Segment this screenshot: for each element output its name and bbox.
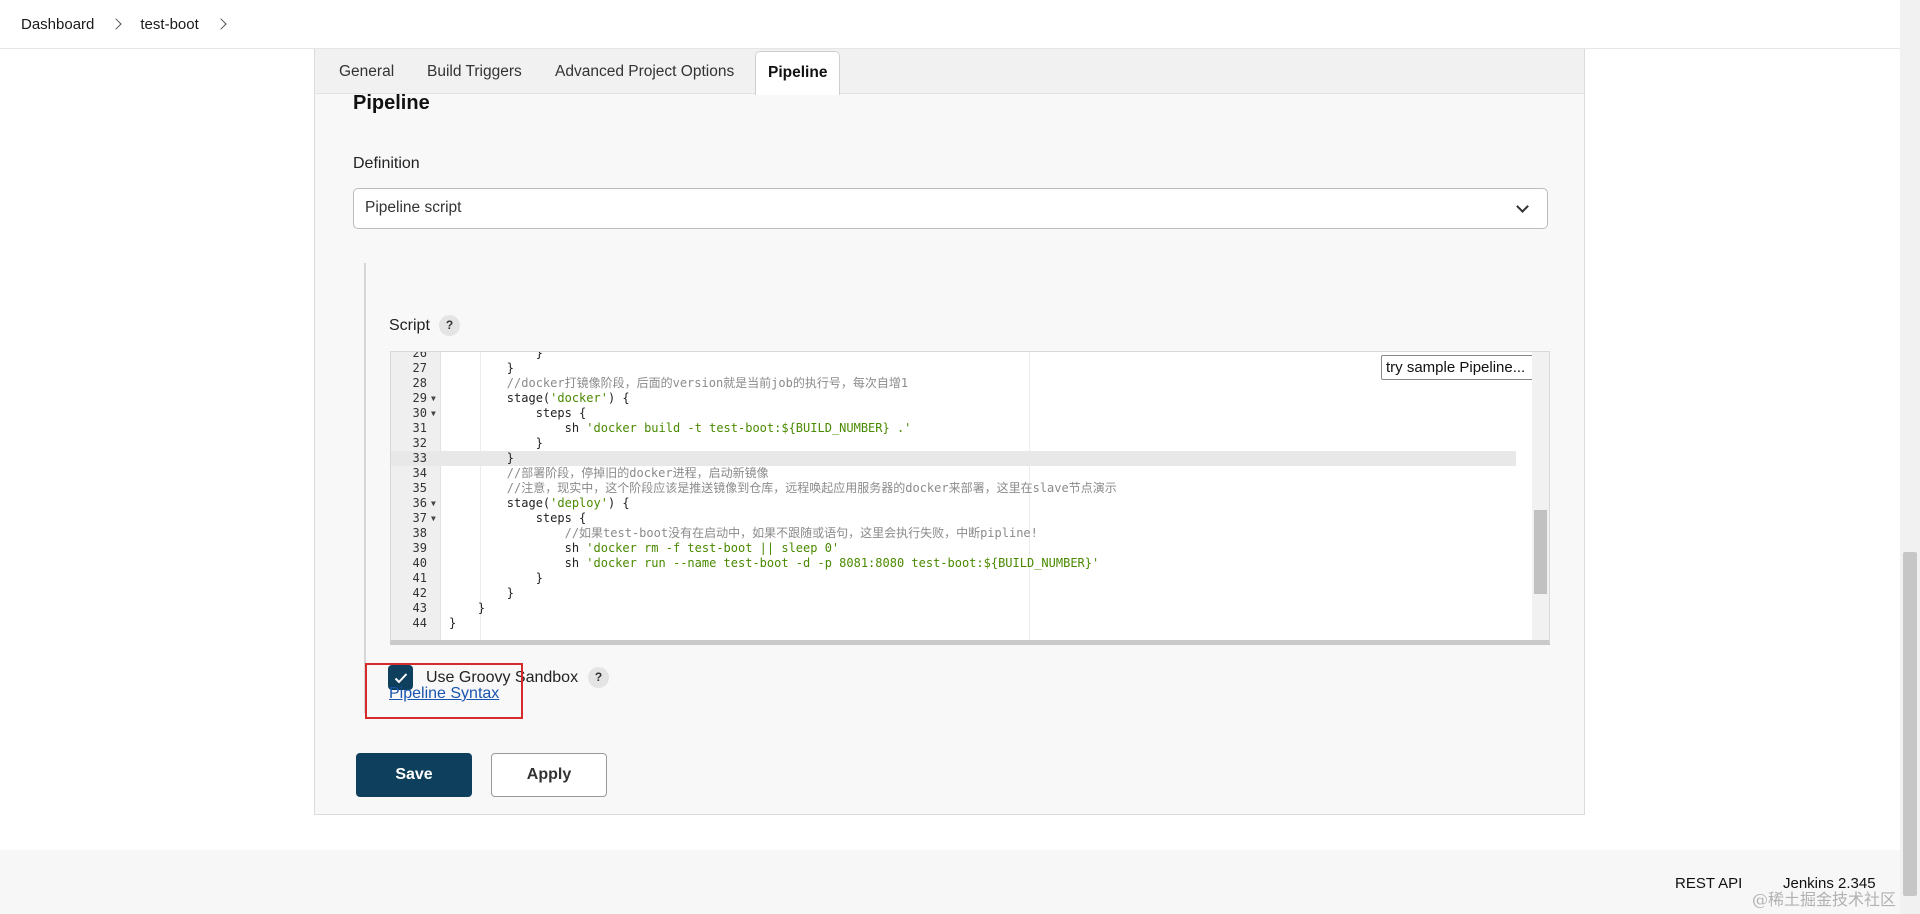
code-line[interactable]: 37 ▼ steps {: [391, 511, 1516, 526]
tab-build-triggers[interactable]: Build Triggers: [427, 63, 522, 81]
line-number: 28: [412, 376, 427, 390]
line-number: 32: [412, 436, 427, 450]
code-line[interactable]: 27 }: [391, 361, 1516, 376]
code-text: //注意，现实中，这个阶段应该是推送镜像到仓库，远程唤起应用服务器的docker…: [506, 481, 1117, 495]
code-text: }: [449, 436, 543, 450]
code-line[interactable]: 35 //注意，现实中，这个阶段应该是推送镜像到仓库，远程唤起应用服务器的doc…: [391, 481, 1516, 496]
definition-select[interactable]: Pipeline script: [353, 188, 1548, 229]
script-label: Script: [389, 317, 430, 334]
code-line[interactable]: 41 }: [391, 571, 1516, 586]
breadcrumb-test-boot[interactable]: test-boot: [140, 16, 198, 33]
code-line[interactable]: 38 //如果test-boot没有在启动中，如果不跟随或语句，这里会执行失败，…: [391, 526, 1516, 541]
line-number: 29: [412, 391, 427, 405]
code-text: }: [449, 451, 515, 465]
watermark: @稀土掘金技术社区: [1752, 890, 1897, 909]
code-line[interactable]: 28 //docker打镜像阶段，后面的version就是当前job的执行号，每…: [391, 376, 1516, 391]
code-text: }: [449, 351, 543, 360]
breadcrumb-dashboard[interactable]: Dashboard: [21, 16, 94, 33]
sandbox-help-icon[interactable]: ?: [588, 667, 610, 688]
code-text: steps {: [449, 511, 587, 525]
fold-arrow-icon[interactable]: ▼: [431, 391, 436, 406]
try-sample-pipeline-select[interactable]: try sample Pipeline...: [1381, 355, 1549, 380]
chevron-right-icon: [110, 18, 123, 30]
line-number: 40: [412, 556, 427, 570]
line-number: 30: [412, 406, 427, 420]
fold-arrow-icon[interactable]: ▼: [431, 511, 436, 526]
code-text: sh 'docker run --name test-boot -d -p 80…: [449, 556, 1100, 570]
section-title: Pipeline: [353, 92, 430, 114]
code-line[interactable]: 29 ▼ stage('docker') {: [391, 391, 1516, 406]
breadcrumb: Dashboard test-boot: [0, 0, 1920, 49]
script-section: Script ? 26 } 27 } 28 //docker打镜像阶段，后面的ver…: [364, 263, 1554, 713]
chevron-right-icon[interactable]: [215, 18, 227, 30]
footer: REST API Jenkins 2.345 @稀土掘金技术社区: [0, 850, 1920, 914]
line-number: 33: [412, 451, 427, 465]
config-tabs: General Build Triggers Advanced Project …: [315, 49, 1584, 95]
line-number: 43: [412, 601, 427, 615]
code-text: }: [449, 571, 543, 585]
code-text: //docker打镜像阶段，后面的version就是当前job的执行号，每次自增…: [506, 376, 909, 390]
code-line[interactable]: 44}: [391, 616, 1516, 631]
editor-scroll-thumb[interactable]: [1534, 510, 1547, 594]
script-editor[interactable]: 26 } 27 } 28 //docker打镜像阶段，后面的version就是当前j…: [390, 351, 1550, 645]
rest-api-link[interactable]: REST API: [1675, 875, 1742, 892]
code-line[interactable]: 26 }: [391, 351, 1516, 361]
line-number: 31: [412, 421, 427, 435]
code-line[interactable]: 43 }: [391, 601, 1516, 616]
editor-scrollbar[interactable]: [1532, 352, 1549, 640]
apply-button[interactable]: Apply: [491, 753, 607, 797]
script-help-icon[interactable]: ?: [439, 315, 460, 336]
code-text: }: [449, 601, 486, 615]
line-number: 37: [412, 511, 427, 525]
line-number: 42: [412, 586, 427, 600]
try-sample-label: try sample Pipeline...: [1386, 359, 1526, 376]
line-number: 39: [412, 541, 427, 555]
code-text: }: [449, 361, 515, 375]
code-text: }: [449, 586, 515, 600]
code-text: stage('deploy') {: [449, 496, 630, 510]
code-text: sh 'docker rm -f test-boot || sleep 0': [449, 541, 840, 555]
line-number: 35: [412, 481, 427, 495]
tab-advanced-project-options[interactable]: Advanced Project Options: [555, 63, 734, 81]
line-number: 36: [412, 496, 427, 510]
definition-select-value: Pipeline script: [365, 199, 462, 216]
line-number: 27: [412, 361, 427, 375]
line-number: 26: [412, 351, 427, 360]
pipeline-syntax-link[interactable]: Pipeline Syntax: [389, 685, 499, 703]
code-text: //部署阶段，停掉旧的docker进程，启动新镜像: [506, 466, 769, 480]
tab-general[interactable]: General: [339, 63, 394, 81]
code-text: }: [449, 616, 457, 630]
line-number: 34: [412, 466, 427, 480]
fold-arrow-icon[interactable]: ▼: [431, 406, 436, 421]
code-text: stage('docker') {: [449, 391, 630, 405]
code-line[interactable]: 39 sh 'docker rm -f test-boot || sleep 0…: [391, 541, 1516, 556]
code-text: //如果test-boot没有在启动中，如果不跟随或语句，这里会执行失败，中断p…: [564, 526, 1038, 540]
code-line[interactable]: 30 ▼ steps {: [391, 406, 1516, 421]
save-button[interactable]: Save: [356, 753, 472, 797]
code-line[interactable]: 40 sh 'docker run --name test-boot -d -p…: [391, 556, 1516, 571]
code-line[interactable]: 36 ▼ stage('deploy') {: [391, 496, 1516, 511]
definition-label: Definition: [353, 155, 420, 172]
line-number: 38: [412, 526, 427, 540]
page-scrollbar[interactable]: [1900, 0, 1920, 914]
code-line[interactable]: 34 //部署阶段，停掉旧的docker进程，启动新镜像: [391, 466, 1516, 481]
line-number: 44: [412, 616, 427, 630]
code-line[interactable]: 32 }: [391, 436, 1516, 451]
pipeline-syntax-highlight: Pipeline Syntax: [365, 663, 523, 719]
code-line[interactable]: 31 sh 'docker build -t test-boot:${BUILD…: [391, 421, 1516, 436]
tab-pipeline[interactable]: Pipeline: [755, 51, 841, 95]
line-number: 41: [412, 571, 427, 585]
page-scroll-thumb[interactable]: [1903, 552, 1917, 896]
chevron-down-icon: [1516, 200, 1529, 213]
fold-arrow-icon[interactable]: ▼: [431, 496, 436, 511]
code-text: sh 'docker build -t test-boot:${BUILD_NU…: [449, 421, 912, 435]
code-text: steps {: [449, 406, 587, 420]
code-line[interactable]: 33 }: [391, 451, 1516, 466]
code-line[interactable]: 42 }: [391, 586, 1516, 601]
